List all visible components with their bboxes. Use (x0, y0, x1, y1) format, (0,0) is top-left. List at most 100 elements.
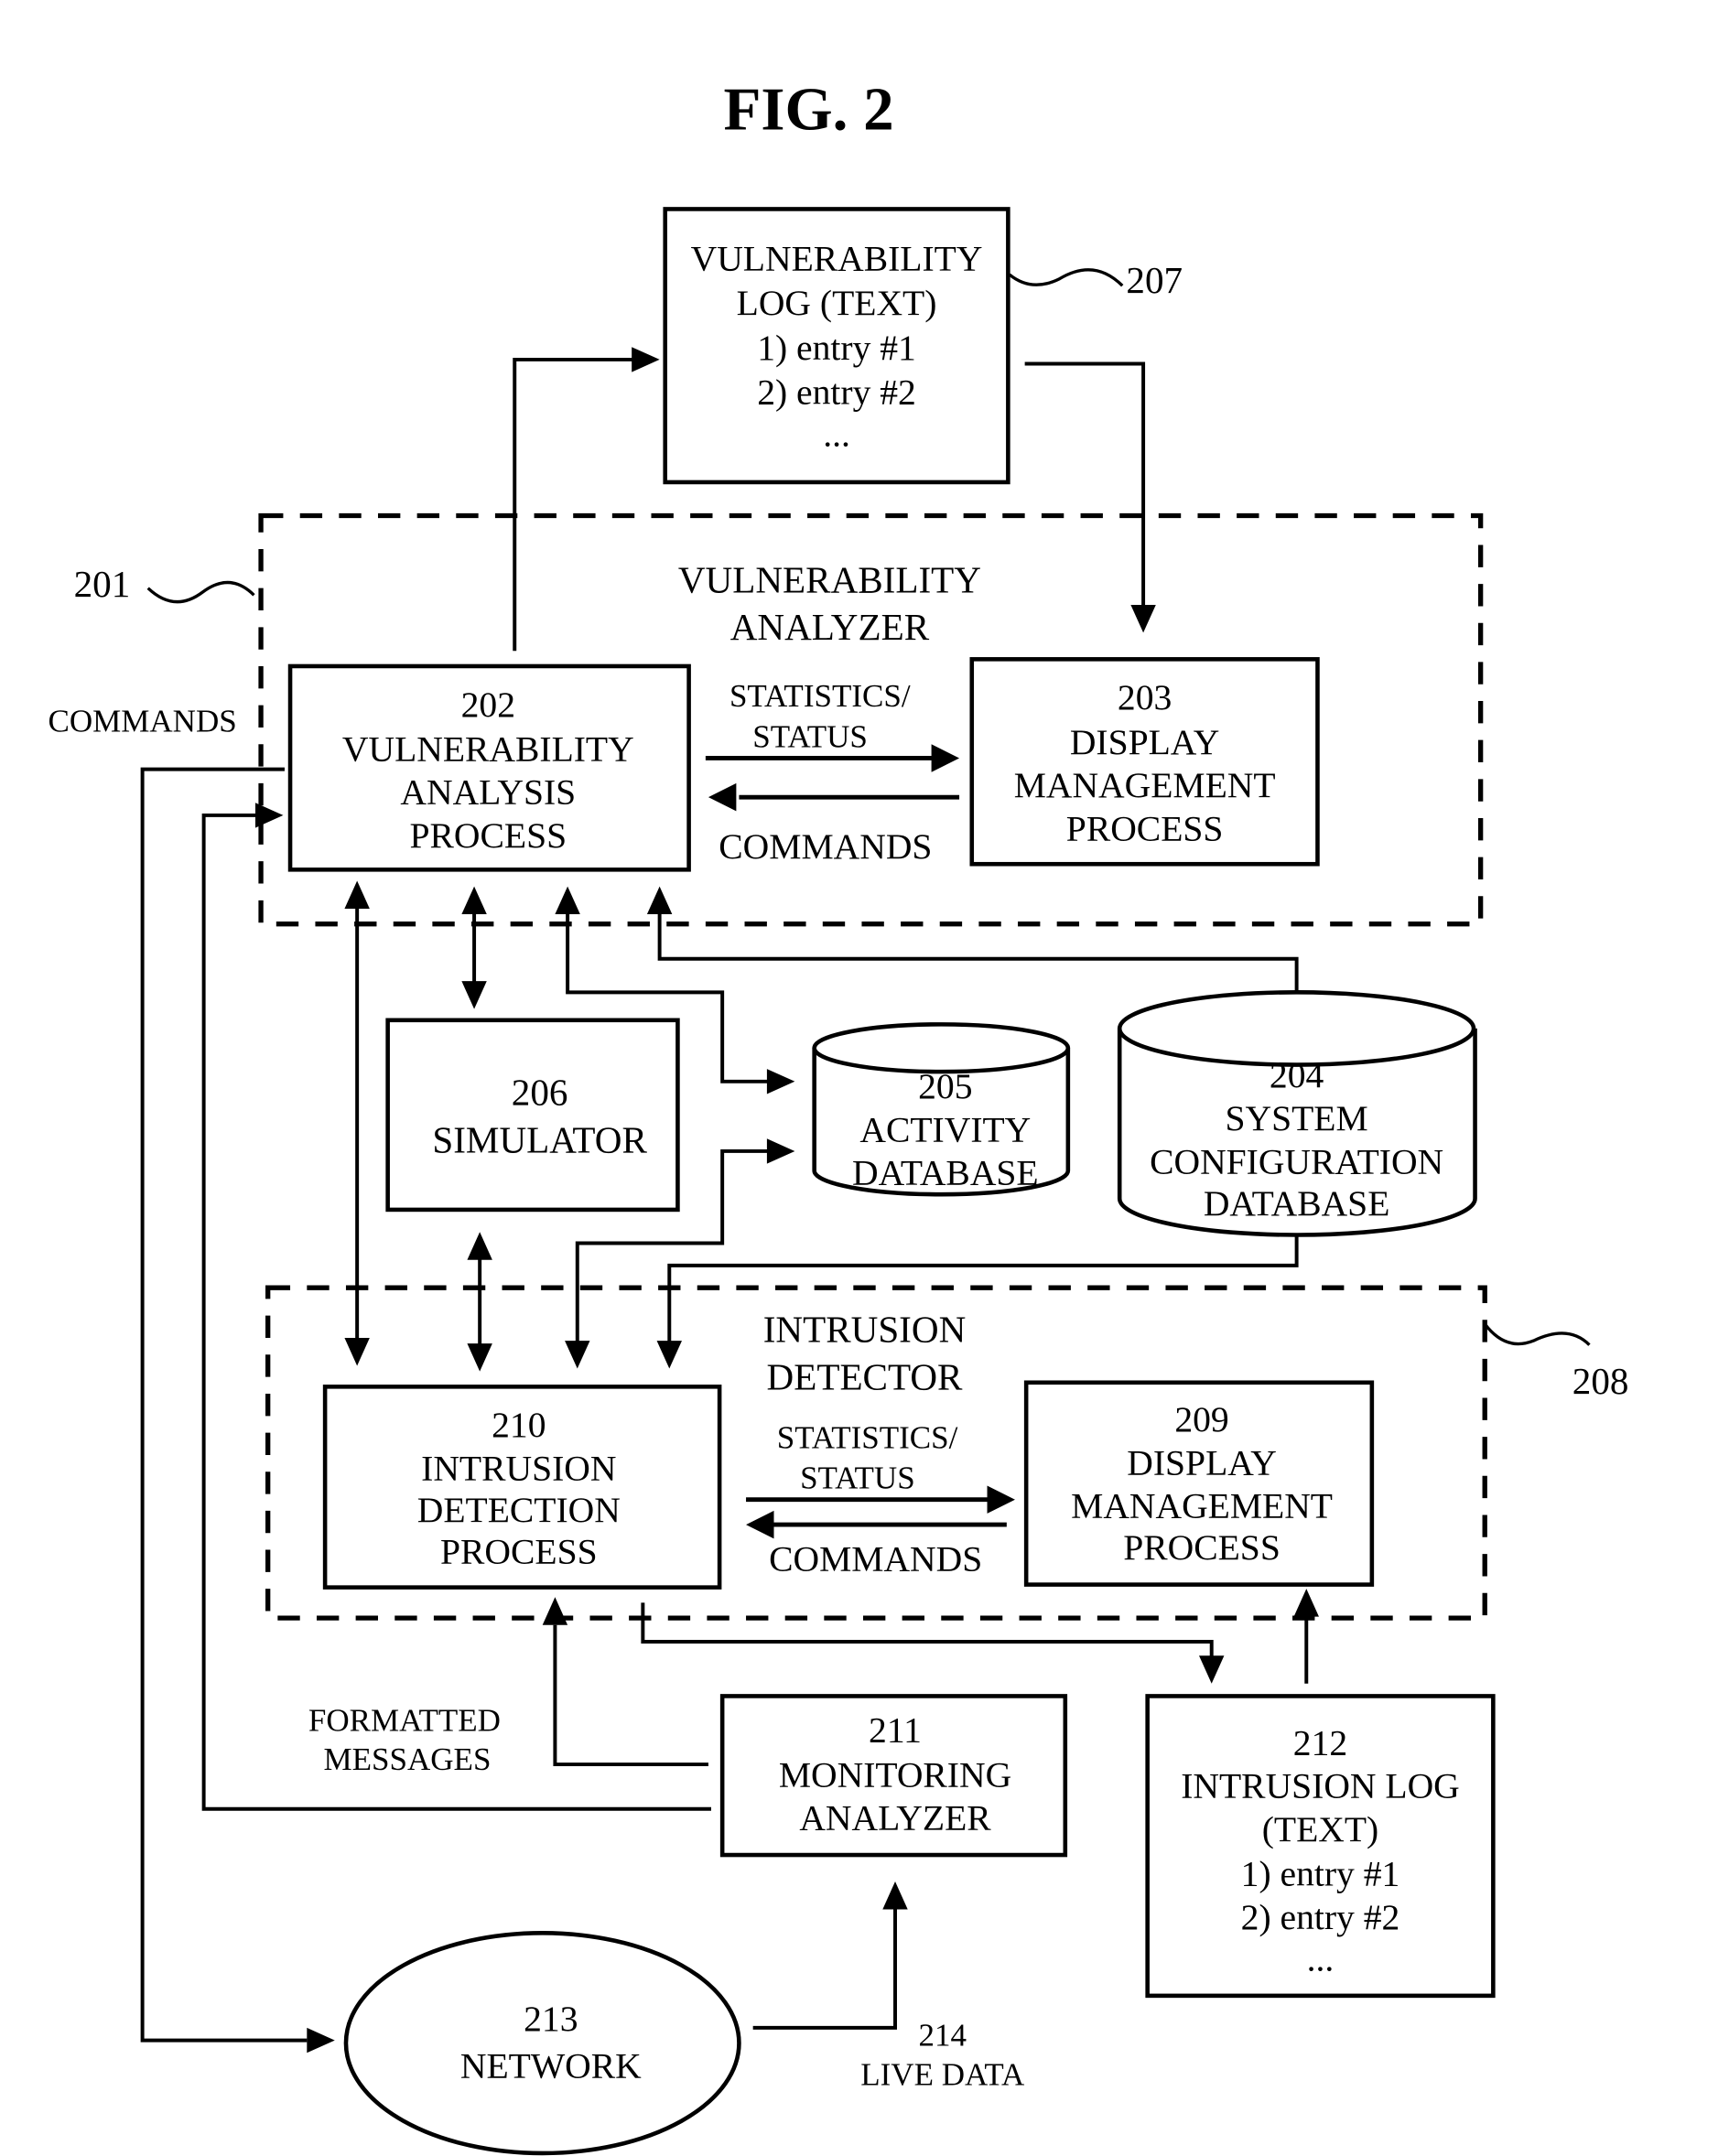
system-config-db-line-1: SYSTEM (1226, 1098, 1368, 1138)
arrowhead (565, 1341, 590, 1369)
simulator-label: SIMULATOR (432, 1118, 647, 1160)
arrowhead (467, 1343, 492, 1372)
arrowhead (344, 1338, 370, 1366)
vulnerability-log-entry-2: 2) entry #2 (757, 372, 916, 413)
activity-database-top (812, 1022, 1071, 1074)
simulator-ref: 206 (512, 1072, 568, 1114)
idp-line-3: PROCESS (440, 1532, 598, 1572)
intrusion-detection-process-node: 210 INTRUSION DETECTION PROCESS (322, 1385, 722, 1590)
system-config-db-ref: 204 (1270, 1055, 1324, 1095)
arrowhead (708, 782, 737, 812)
vulnerability-log-entry-1: 1) entry #1 (757, 328, 916, 368)
vulnerability-log-line-1: VULNERABILITY (691, 238, 983, 278)
arrowhead (461, 886, 487, 915)
stats-bottom-line-1: STATISTICS/ (777, 1419, 958, 1455)
dm203-line-2: MANAGEMENT (1014, 765, 1276, 805)
commands-left-label: COMMANDS (48, 704, 236, 739)
display-management-209-node: 209 DISPLAY MANAGEMENT PROCESS (1023, 1380, 1375, 1587)
ma-line-2: ANALYZER (799, 1798, 991, 1838)
display-management-203-node: 203 DISPLAY MANAGEMENT PROCESS (969, 657, 1320, 867)
activity-database-node: 205 ACTIVITY DATABASE (812, 1022, 1071, 1197)
vulnerability-log-node: VULNERABILITY LOG (TEXT) 1) entry #1 2) … (663, 207, 1183, 485)
vulnerability-analysis-process-node: 202 VULNERABILITY ANALYSIS PROCESS (287, 663, 691, 872)
live-data-label: LIVE DATA (860, 2056, 1025, 2092)
arrowhead (987, 1485, 1015, 1514)
dm209-line-1: DISPLAY (1127, 1442, 1277, 1482)
arrowhead (766, 1069, 795, 1094)
commands-top-label: COMMANDS (719, 826, 932, 867)
arrowhead (882, 1881, 908, 1910)
arrowhead (632, 347, 660, 372)
figure-title: FIG. 2 (724, 76, 894, 144)
activity-db-line-2: DATABASE (852, 1153, 1039, 1193)
network-label: NETWORK (460, 2046, 642, 2086)
arrowhead (254, 803, 284, 828)
monitoring-analyzer-node: 211 MONITORING ANALYZER (719, 1694, 1068, 1858)
ma-ref: 211 (869, 1710, 922, 1751)
simulator-box (385, 1018, 680, 1213)
commands-bottom-label: COMMANDS (769, 1538, 982, 1579)
system-config-db-line-3: DATABASE (1204, 1183, 1390, 1224)
vap-line-3: PROCESS (410, 815, 567, 856)
arrowhead (307, 2027, 335, 2054)
il-entry-1: 1) entry #1 (1241, 1854, 1400, 1894)
dm209-ref: 209 (1174, 1399, 1228, 1439)
vap-line-2: ANALYSIS (400, 772, 576, 813)
connector-210-to-212 (641, 1602, 1214, 1659)
arrowhead (656, 1341, 682, 1369)
arrowhead (931, 744, 960, 772)
stats-top-line-1: STATISTICS/ (729, 678, 911, 714)
activity-db-line-1: ACTIVITY (859, 1109, 1031, 1149)
idp-line-2: DETECTION (417, 1490, 621, 1530)
idp-line-1: INTRUSION (421, 1448, 616, 1488)
simulator-node: 206 SIMULATOR (385, 1018, 680, 1213)
idp-ref: 210 (492, 1405, 546, 1445)
arrowhead (1293, 1589, 1319, 1617)
stats-top-line-2: STATUS (752, 718, 868, 754)
connector-207-to-203 (1024, 361, 1146, 605)
arrowhead (467, 1232, 492, 1260)
arrowhead (344, 880, 370, 909)
ref-207-leader (1008, 268, 1124, 287)
ref-208-leader (1483, 1322, 1591, 1346)
activity-db-ref: 205 (918, 1066, 972, 1106)
arrowhead (1130, 604, 1156, 633)
ref-201-label: 201 (74, 563, 131, 605)
dm203-line-3: PROCESS (1066, 808, 1224, 848)
vulnerability-log-line-2: LOG (TEXT) (737, 283, 937, 323)
arrowhead (542, 1597, 568, 1625)
fig-2-diagram: FIG. 2 VULNERABILITY ANALYZER 201 INTRUS… (48, 76, 1629, 2156)
vap-line-1: VULNERABILITY (342, 729, 634, 770)
connector-213-to-211 (752, 1909, 897, 2030)
ma-line-1: MONITORING (779, 1754, 1011, 1795)
system-config-db-top (1117, 990, 1476, 1067)
il-ref: 212 (1293, 1722, 1347, 1763)
connector-202-to-207 (513, 357, 635, 652)
stats-bottom-line-2: STATUS (800, 1461, 915, 1496)
il-entry-2: 2) entry #2 (1241, 1897, 1400, 1937)
intrusion-detector-title-line-2: DETECTOR (767, 1355, 963, 1397)
dm203-line-1: DISPLAY (1070, 722, 1220, 762)
dm209-line-2: MANAGEMENT (1071, 1485, 1333, 1525)
dm209-line-3: PROCESS (1123, 1527, 1281, 1568)
network-ellipse (343, 1931, 741, 2156)
ref-201-leader (146, 580, 255, 604)
arrowhead (555, 886, 580, 915)
formatted-messages-line-1: FORMATTED (308, 1703, 501, 1739)
intrusion-log-node: 212 INTRUSION LOG (TEXT) 1) entry #1 2) … (1145, 1694, 1496, 1999)
network-ref: 213 (524, 1999, 578, 2039)
arrowhead (461, 981, 487, 1009)
ref-207-label: 207 (1126, 259, 1183, 301)
ref-208-label: 208 (1572, 1360, 1629, 1402)
live-data-ref: 214 (919, 2018, 967, 2054)
connector-202-to-213 (140, 767, 308, 2043)
arrowhead (646, 886, 673, 915)
vap-ref: 202 (461, 685, 515, 725)
intrusion-detector-title-line-1: INTRUSION (763, 1309, 967, 1351)
arrowhead (746, 1510, 774, 1539)
vulnerability-analyzer-title-line-1: VULNERABILITY (678, 558, 981, 600)
arrowhead (1199, 1655, 1225, 1684)
vulnerability-analyzer-title-line-2: ANALYZER (730, 606, 930, 648)
network-node: 213 NETWORK (343, 1931, 741, 2156)
vulnerability-log-ellipsis: ... (823, 414, 850, 454)
